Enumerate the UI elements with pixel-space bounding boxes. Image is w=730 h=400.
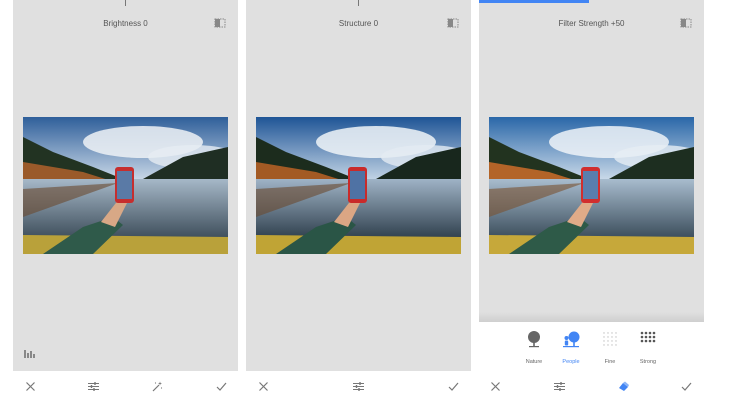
progress-bar bbox=[479, 0, 589, 3]
preset-label: People bbox=[562, 359, 580, 365]
fine-dots-icon bbox=[603, 332, 617, 346]
preset-label: Strong bbox=[639, 359, 657, 365]
sliders-icon bbox=[352, 381, 364, 391]
apply-button[interactable] bbox=[676, 373, 696, 399]
adjust-button[interactable] bbox=[83, 373, 103, 399]
photo-preview[interactable] bbox=[489, 117, 694, 254]
sliders-icon bbox=[87, 381, 99, 391]
adjust-indicator bbox=[358, 0, 359, 6]
close-icon bbox=[258, 381, 268, 391]
toolbar-filter bbox=[479, 373, 704, 399]
compare-icon[interactable] bbox=[447, 18, 459, 28]
cancel-button[interactable] bbox=[485, 373, 505, 399]
cancel-button[interactable] bbox=[253, 373, 273, 399]
preset-people[interactable]: People bbox=[551, 330, 591, 365]
editor-panel-brightness[interactable]: Brightness 0 bbox=[13, 0, 238, 371]
adjustment-label: Brightness 0 bbox=[103, 19, 148, 28]
compare-icon[interactable] bbox=[680, 18, 692, 28]
apply-button[interactable] bbox=[443, 373, 463, 399]
preset-strong[interactable]: Strong bbox=[628, 330, 668, 365]
adjustment-label: Filter Strength +50 bbox=[558, 19, 625, 28]
strong-dots-icon bbox=[640, 331, 656, 343]
photo-preview[interactable] bbox=[256, 117, 461, 254]
toolbar-structure bbox=[246, 373, 471, 399]
check-icon bbox=[448, 382, 458, 391]
preset-fine[interactable]: Fine bbox=[590, 330, 630, 365]
sheet-shadow bbox=[479, 312, 704, 322]
landscape-photo bbox=[256, 117, 461, 254]
preset-label: Nature bbox=[525, 359, 543, 365]
editor-panel-structure[interactable]: Structure 0 bbox=[246, 0, 471, 371]
preset-label: Fine bbox=[604, 359, 616, 365]
close-icon bbox=[490, 381, 500, 391]
landscape-photo bbox=[23, 117, 228, 254]
toolbar-brightness bbox=[13, 373, 238, 399]
adjust-indicator bbox=[125, 0, 126, 6]
adjust-button[interactable] bbox=[348, 373, 368, 399]
close-icon bbox=[25, 381, 35, 391]
sliders-icon bbox=[553, 381, 565, 391]
check-icon bbox=[216, 382, 226, 391]
histogram-icon[interactable] bbox=[24, 349, 36, 358]
editor-panel-filter[interactable]: Filter Strength +50 bbox=[479, 0, 704, 322]
apply-button[interactable] bbox=[211, 373, 231, 399]
landscape-photo bbox=[489, 117, 694, 254]
magic-wand-icon bbox=[152, 381, 162, 391]
filter-preset-sheet: Nature People Fine Strong bbox=[479, 322, 704, 371]
auto-adjust-button[interactable] bbox=[147, 373, 167, 399]
photo-preview[interactable] bbox=[23, 117, 228, 254]
style-brush-icon bbox=[618, 381, 629, 391]
cancel-button[interactable] bbox=[20, 373, 40, 399]
adjust-button[interactable] bbox=[549, 373, 569, 399]
tree-icon bbox=[528, 331, 540, 348]
style-button[interactable] bbox=[613, 373, 633, 399]
people-icon bbox=[563, 331, 580, 348]
preset-nature[interactable]: Nature bbox=[514, 330, 554, 365]
adjustment-label: Structure 0 bbox=[338, 19, 379, 28]
check-icon bbox=[681, 382, 691, 391]
compare-icon[interactable] bbox=[214, 18, 226, 28]
